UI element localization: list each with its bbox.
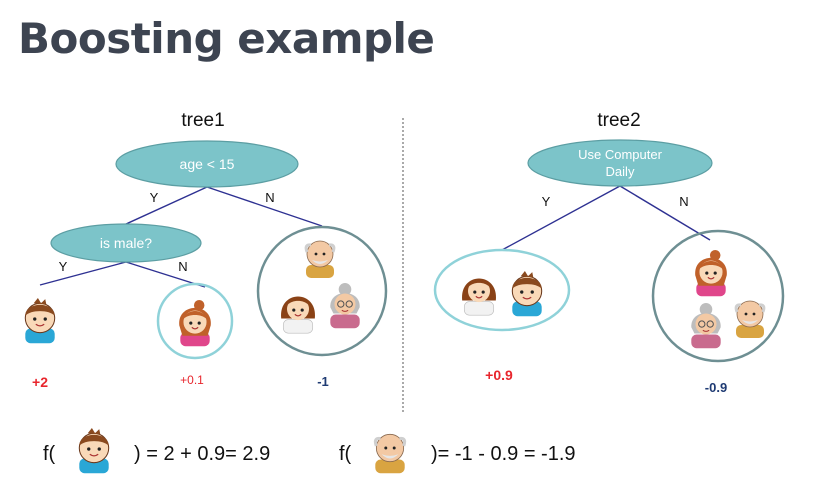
tree1-leaf3-score: -1 [317, 374, 329, 389]
tree1-edge-child-yes [39, 261, 127, 286]
tree2-leaf1-score: +0.9 [485, 367, 513, 383]
formula1-boy-icon [78, 427, 110, 474]
tree1-root-no-label: N [265, 190, 274, 205]
tree2-label: tree2 [597, 110, 640, 131]
tree2-leaf-girl-icon [694, 249, 728, 297]
tree1-edge-root-yes [125, 186, 208, 225]
tree1-leaf-girl-icon [178, 299, 212, 347]
boosting-diagram: tree1 age < 15 Y N is male? Y N +2 +0.1 … [24, 110, 785, 475]
tree1-leaf-mother-icon [280, 295, 316, 334]
tree2-leaf2-score: -0.9 [705, 380, 727, 395]
tree1-root-text: age < 15 [180, 156, 235, 172]
tree2-root-text-line2: Daily [606, 164, 635, 179]
tree1-child-no-label: N [178, 259, 187, 274]
tree1-leaf-grandpa-icon [304, 239, 336, 280]
tree2-leaf-grandpa-icon [734, 299, 766, 340]
tree1-leaf-boy-icon [24, 297, 56, 344]
tree2-root-text-line1: Use Computer [578, 147, 662, 162]
tree1-child-text: is male? [100, 235, 152, 251]
tree1-label: tree1 [181, 110, 224, 131]
tree1-leaf2-score: +0.1 [180, 373, 204, 387]
tree1-root-yes-label: Y [150, 190, 159, 205]
formula1-open: f( [43, 443, 56, 465]
formula2-open: f( [339, 443, 352, 465]
tree2-leaf-mother-icon [461, 277, 497, 316]
tree2-leaf-grandma-icon [690, 302, 722, 349]
formula2-result: )= -1 - 0.9 = -1.9 [431, 443, 576, 465]
tree1-leaf1-score: +2 [32, 374, 48, 390]
tree2-leaf-boy-icon [511, 270, 543, 317]
tree2-edge-root-no [619, 185, 711, 241]
tree1-child-yes-label: Y [59, 259, 68, 274]
formula2-grandpa-icon [373, 432, 407, 475]
tree2-root-no-label: N [679, 194, 688, 209]
tree2-edge-root-yes [501, 185, 621, 251]
tree2-root-yes-label: Y [542, 194, 551, 209]
formula1-result: ) = 2 + 0.9= 2.9 [134, 443, 270, 465]
tree2-leaf1-circle [433, 248, 571, 332]
tree1-leaf-grandma-icon [329, 282, 361, 329]
